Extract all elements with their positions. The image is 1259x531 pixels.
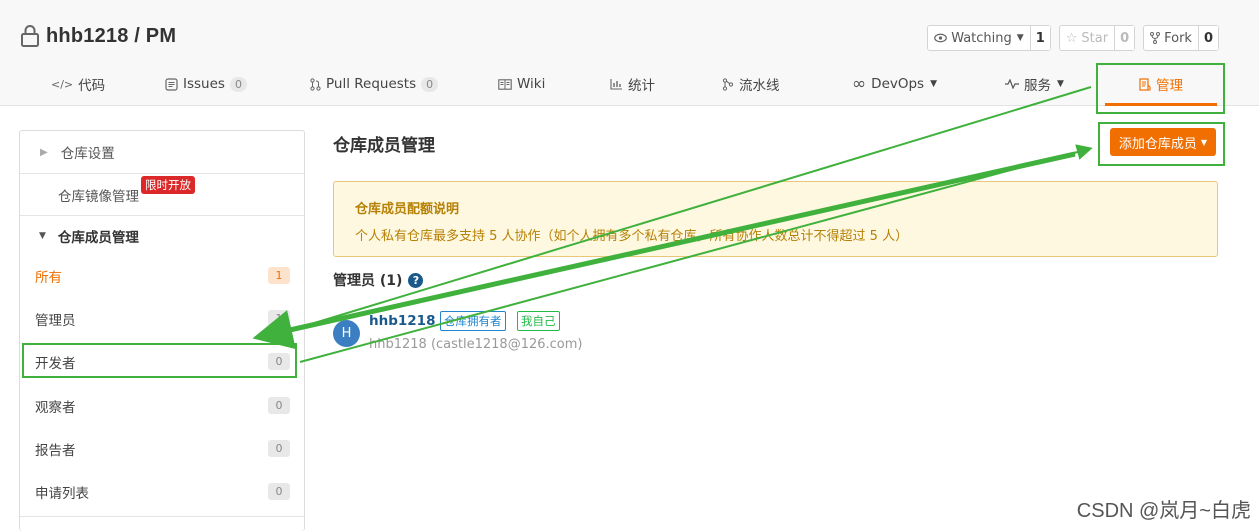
- page-title: 仓库成员管理: [333, 136, 435, 156]
- tab-manage[interactable]: 管理: [1105, 64, 1217, 106]
- help-icon[interactable]: ?: [408, 272, 424, 288]
- member-filter-all[interactable]: 所有 1: [20, 254, 304, 297]
- tab-wiki[interactable]: Wiki: [498, 64, 545, 104]
- star-button[interactable]: ☆ Star 0: [1058, 25, 1136, 51]
- notice-title: 仓库成员配额说明: [355, 202, 460, 217]
- pipeline-icon: [722, 77, 734, 91]
- member-filter-viewer[interactable]: 观察者 0: [20, 384, 304, 427]
- repo-header: hhb1218 / PM Watching ▼ 1 ☆ Star 0 Fork …: [0, 0, 1259, 106]
- eye-icon: [934, 33, 948, 43]
- count-badge: 0: [268, 440, 290, 457]
- notice-description: 个人私有仓库最多支持 5 人协作（如个人拥有多个私有仓库，所有协作人数总计不得超…: [355, 229, 909, 244]
- bar-chart-icon: [610, 79, 622, 90]
- count-badge: 0: [268, 483, 290, 500]
- tab-stats[interactable]: 统计: [610, 64, 655, 104]
- fork-icon: [1150, 32, 1161, 44]
- fork-count[interactable]: 0: [1197, 26, 1218, 50]
- tab-pull-requests[interactable]: Pull Requests 0: [310, 64, 439, 104]
- chevron-down-icon: ▼: [930, 79, 938, 89]
- chevron-down-icon: ▼: [39, 231, 46, 241]
- tab-services[interactable]: 服务 ▼: [1005, 64, 1064, 104]
- repo-actions: Watching ▼ 1 ☆ Star 0 Fork 0: [927, 25, 1219, 51]
- member-filter-admin[interactable]: 管理员 1: [20, 297, 304, 340]
- repo-tabs: </> 代码 Issues 0 Pull Requests 0 Wiki 统计 …: [0, 64, 1259, 106]
- member-name[interactable]: hhb1218: [369, 313, 435, 329]
- pull-requests-count: 0: [421, 76, 439, 92]
- watching-button[interactable]: Watching ▼ 1: [927, 25, 1051, 51]
- count-badge: 1: [268, 267, 290, 284]
- member-filter-developer[interactable]: 开发者 0: [20, 340, 304, 383]
- code-icon: </>: [51, 77, 74, 91]
- tab-pipeline[interactable]: 流水线: [722, 64, 780, 104]
- tab-issues[interactable]: Issues 0: [165, 64, 247, 104]
- lock-icon: [21, 25, 39, 47]
- issues-icon: [165, 77, 178, 91]
- count-badge: 0: [268, 397, 290, 414]
- settings-sidebar: ▶ 仓库设置 仓库镜像管理 限时开放 ▼ 仓库成员管理 所有 1 管理员 1 开…: [19, 130, 305, 531]
- pull-request-icon: [310, 77, 321, 91]
- self-badge: 我自己: [517, 311, 560, 331]
- member-email: hhb1218 (castle1218@126.com): [369, 337, 583, 352]
- sidebar-item-member-mgmt[interactable]: ▼ 仓库成员管理: [20, 216, 304, 256]
- admins-heading: 管理员 (1) ?: [333, 270, 424, 290]
- owner-badge: 仓库拥有者: [440, 311, 506, 331]
- avatar[interactable]: H: [333, 320, 360, 347]
- add-member-button[interactable]: 添加仓库成员 ▼: [1110, 128, 1216, 156]
- divider: [20, 516, 304, 517]
- fork-button[interactable]: Fork 0: [1143, 25, 1219, 51]
- chevron-right-icon: ▶: [40, 146, 48, 158]
- infinity-icon: ∞: [852, 74, 867, 94]
- pulse-icon: [1005, 79, 1019, 89]
- issues-count: 0: [229, 76, 247, 92]
- repo-title: hhb1218 / PM: [20, 24, 176, 48]
- count-badge: 1: [268, 310, 290, 327]
- star-count[interactable]: 0: [1114, 26, 1135, 50]
- chevron-down-icon: ▼: [1057, 79, 1064, 89]
- tab-devops[interactable]: ∞ DevOps ▼: [852, 64, 937, 104]
- star-icon: ☆: [1065, 30, 1078, 46]
- watching-count[interactable]: 1: [1029, 26, 1050, 50]
- member-filter-requests[interactable]: 申请列表 0: [20, 470, 304, 513]
- chevron-down-icon: ▼: [1200, 137, 1208, 147]
- sidebar-item-repo-settings[interactable]: ▶ 仓库设置: [20, 131, 304, 173]
- member-filter-reporter[interactable]: 报告者 0: [20, 427, 304, 470]
- manage-icon: [1139, 77, 1151, 91]
- watermark: CSDN @岚月~白虎: [1076, 500, 1251, 522]
- limited-badge: 限时开放: [141, 176, 195, 194]
- tab-code[interactable]: </> 代码: [51, 64, 105, 104]
- count-badge: 0: [268, 353, 290, 370]
- repo-name[interactable]: hhb1218 / PM: [46, 25, 176, 48]
- book-icon: [498, 78, 512, 90]
- quota-notice: 仓库成员配额说明 个人私有仓库最多支持 5 人协作（如个人拥有多个私有仓库，所有…: [333, 181, 1218, 257]
- chevron-down-icon: ▼: [1016, 33, 1024, 43]
